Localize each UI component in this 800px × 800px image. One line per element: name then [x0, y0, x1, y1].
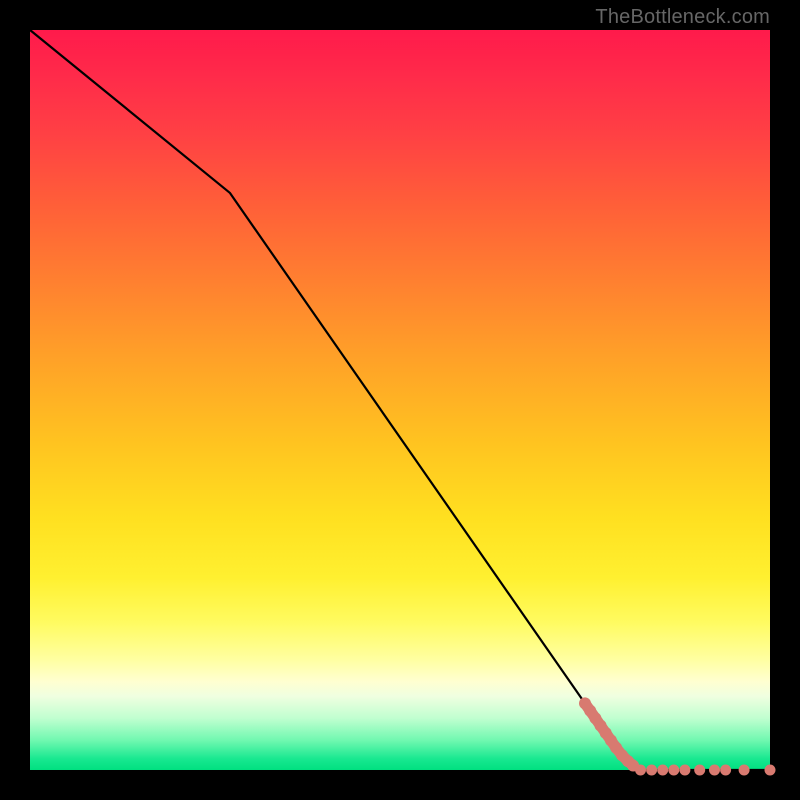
data-point	[646, 765, 657, 776]
data-markers	[579, 697, 776, 775]
data-point	[694, 765, 705, 776]
data-point	[635, 765, 646, 776]
trend-line	[30, 30, 770, 770]
data-point	[720, 765, 731, 776]
data-point	[679, 765, 690, 776]
data-point	[739, 765, 750, 776]
chart-frame: TheBottleneck.com	[0, 0, 800, 800]
chart-overlay	[30, 30, 770, 770]
data-point	[765, 765, 776, 776]
data-point	[657, 765, 668, 776]
plot-area	[30, 30, 770, 770]
data-point	[709, 765, 720, 776]
watermark-text: TheBottleneck.com	[595, 6, 770, 29]
trend-line-path	[30, 30, 770, 770]
data-point	[668, 765, 679, 776]
